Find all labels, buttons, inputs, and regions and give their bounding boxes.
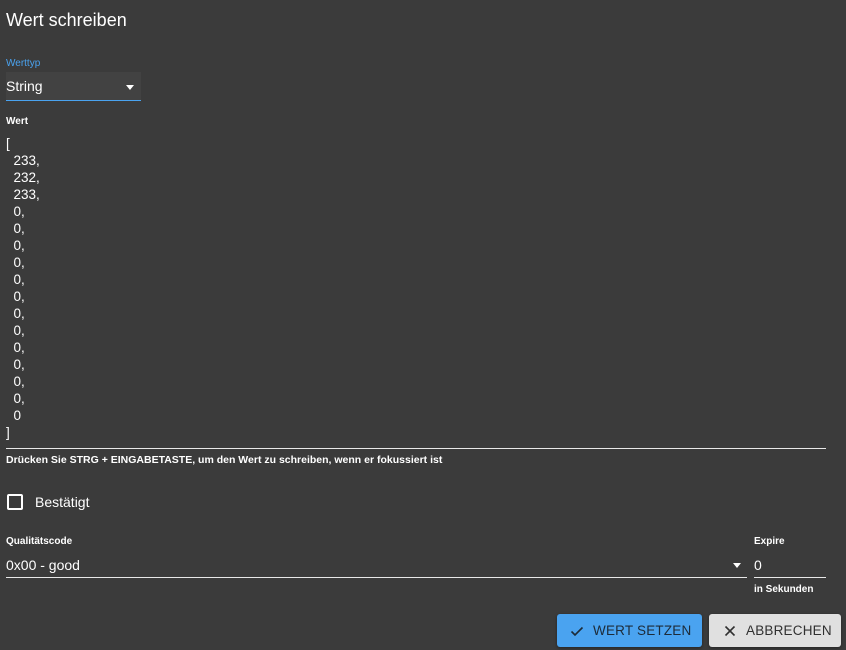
- value-textarea[interactable]: [ 233, 232, 233, 0, 0, 0, 0, 0, 0, 0, 0,…: [6, 135, 826, 449]
- value-type-selected: String: [6, 78, 43, 94]
- chevron-down-icon: [733, 563, 741, 568]
- cancel-button[interactable]: ABBRECHEN: [709, 614, 841, 647]
- close-icon: [722, 623, 738, 639]
- value-type-select[interactable]: Werttyp String: [6, 58, 141, 101]
- value-hint: Drücken Sie STRG + EINGABETASTE, um den …: [6, 454, 443, 466]
- value-label: Wert: [6, 116, 29, 127]
- acknowledged-label: Bestätigt: [35, 494, 90, 510]
- expire-input[interactable]: 0: [754, 556, 762, 574]
- expire-field[interactable]: Expire 0 in Sekunden: [754, 536, 826, 598]
- value-type-label: Werttyp: [6, 58, 41, 69]
- expire-label: Expire: [754, 536, 785, 547]
- chevron-down-icon: [126, 85, 134, 90]
- quality-code-selected: 0x00 - good: [6, 557, 80, 573]
- set-value-button[interactable]: WERT SETZEN: [557, 614, 702, 647]
- quality-code-label: Qualitätscode: [6, 536, 73, 547]
- dialog-title: Wert schreiben: [6, 10, 127, 30]
- acknowledged-checkbox[interactable]: [7, 494, 23, 510]
- expire-underline: [754, 577, 826, 578]
- check-icon: [569, 623, 585, 639]
- expire-helper-text: in Sekunden: [754, 584, 814, 595]
- cancel-label: ABBRECHEN: [746, 622, 832, 638]
- value-type-dropdown[interactable]: String: [6, 72, 141, 101]
- set-value-label: WERT SETZEN: [593, 622, 692, 638]
- quality-code-underline: [6, 577, 747, 578]
- quality-code-select[interactable]: Qualitätscode 0x00 - good: [6, 536, 747, 579]
- acknowledged-checkbox-row[interactable]: Bestätigt: [7, 493, 89, 511]
